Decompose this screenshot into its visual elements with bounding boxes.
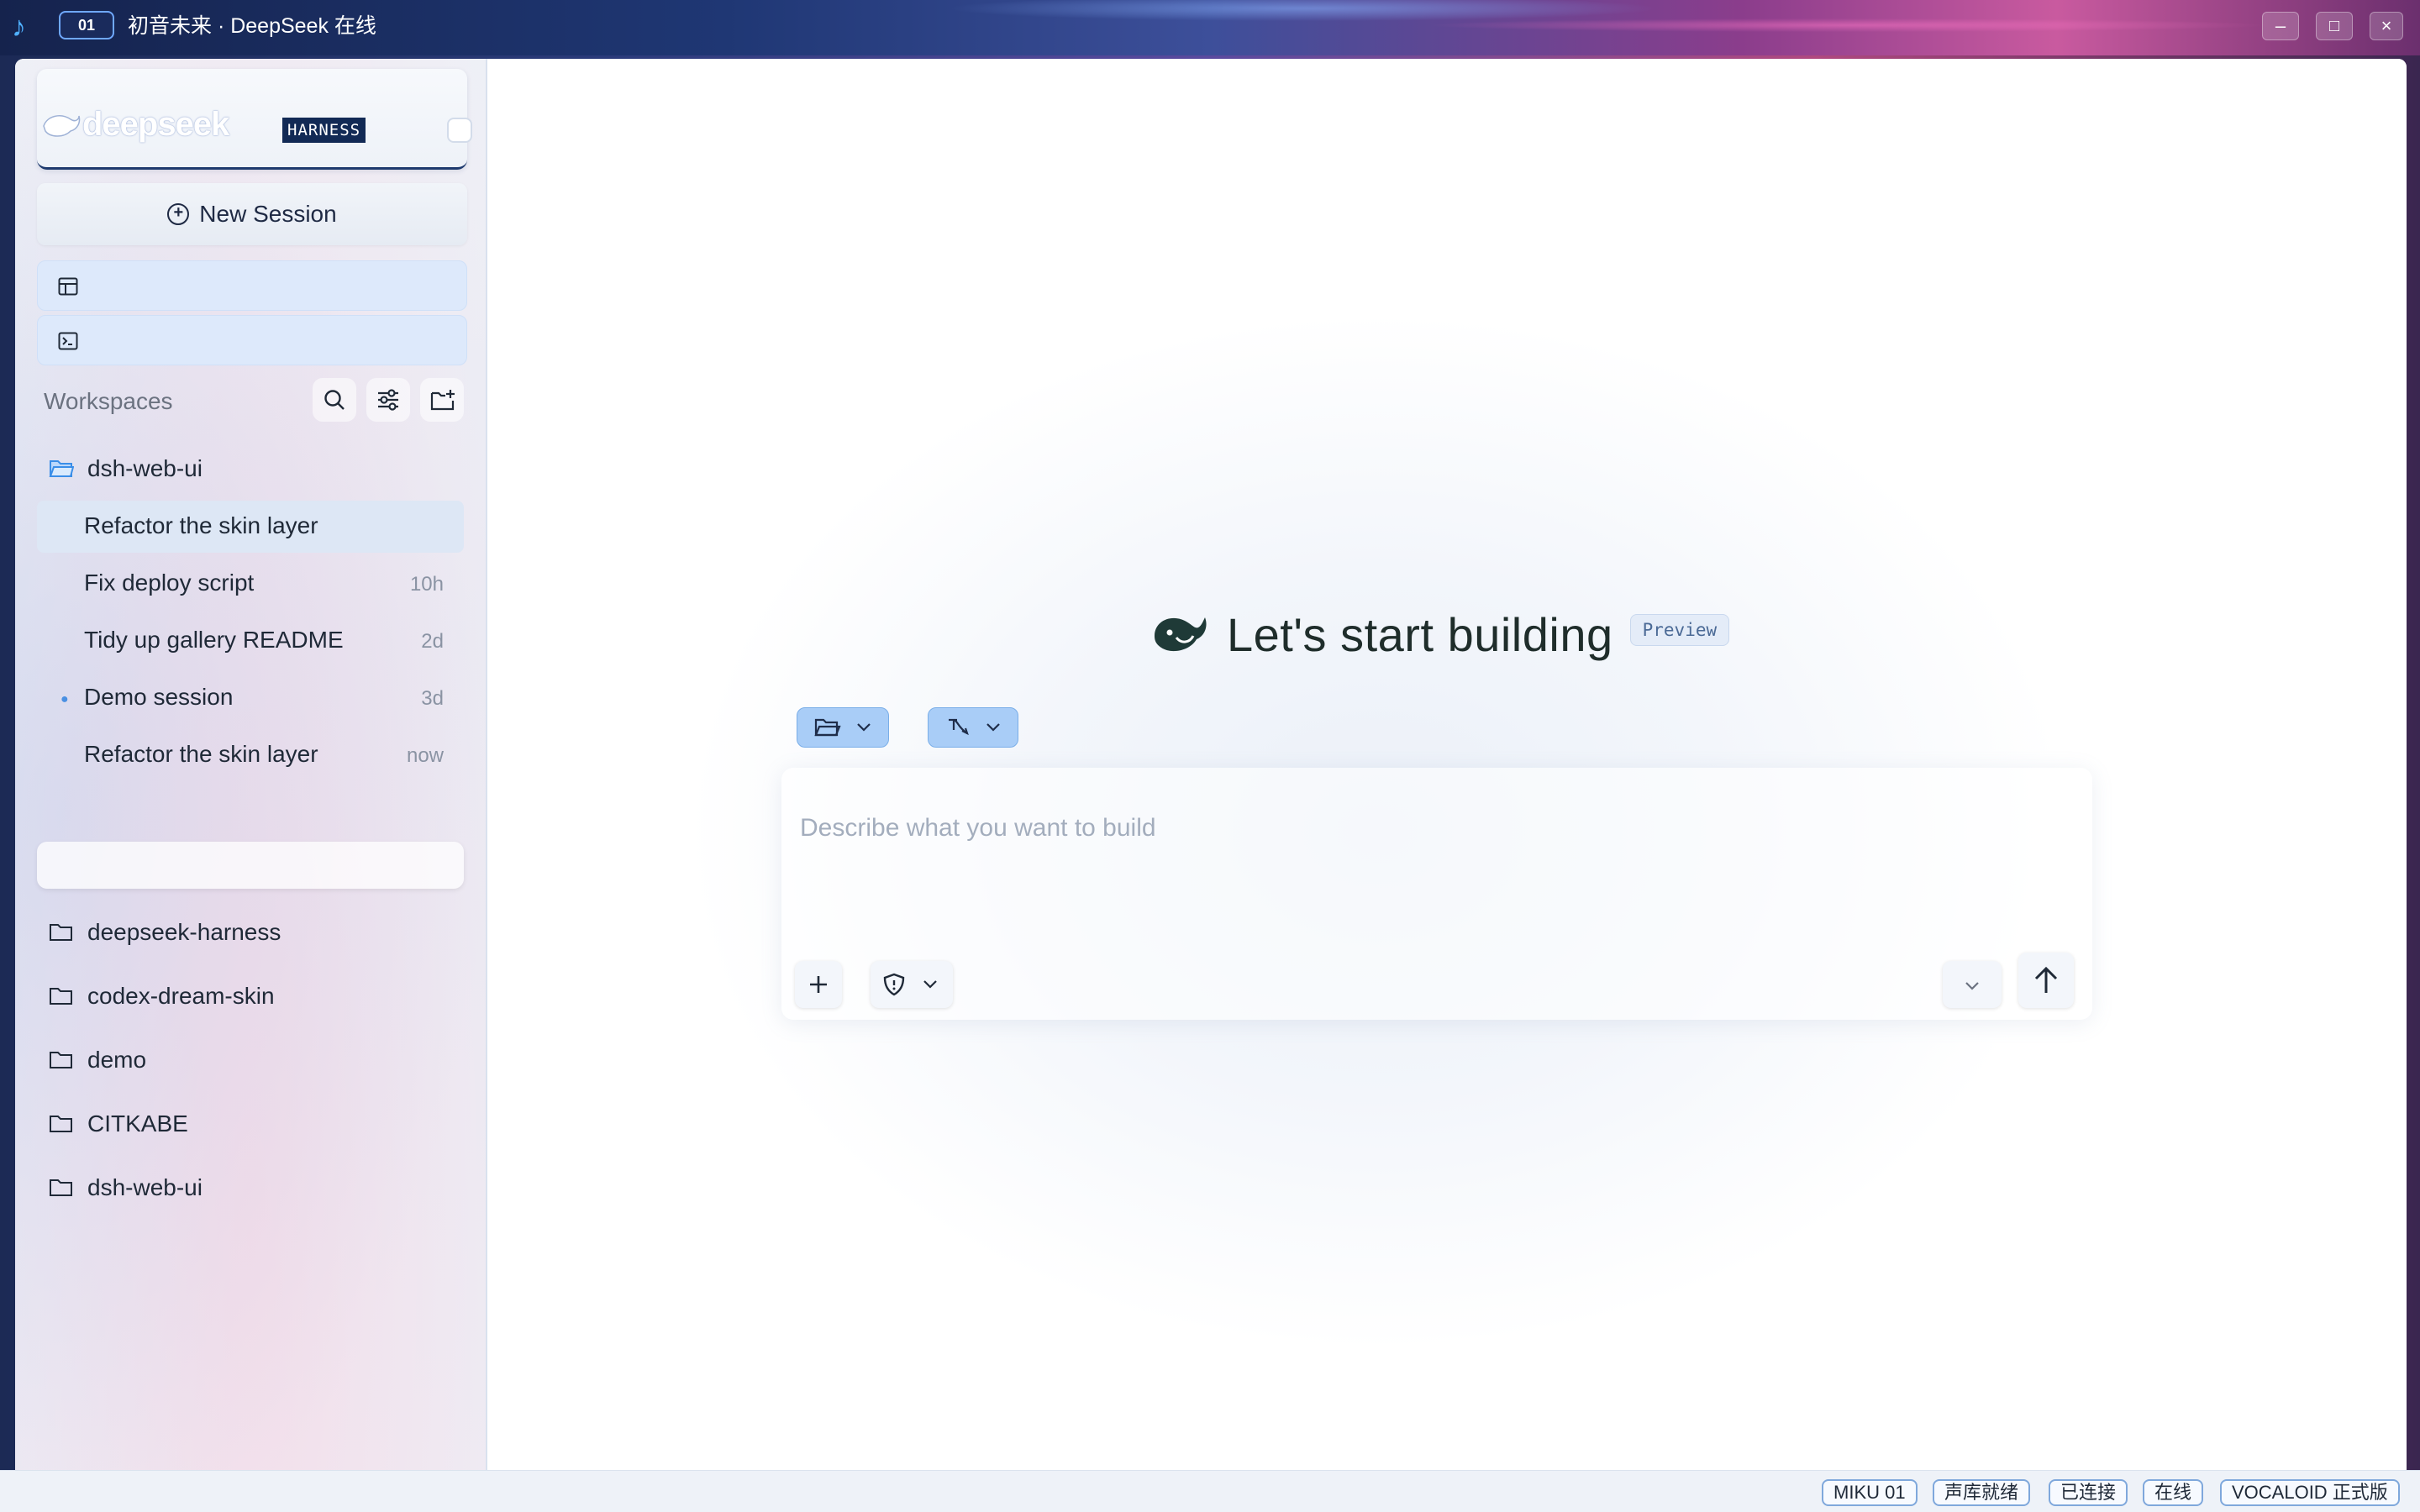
arrow-up-icon [2034,966,2058,993]
terminal-icon [58,332,78,350]
filter-workspaces-button[interactable] [366,378,410,422]
workspace-item[interactable]: demo [49,1043,146,1077]
nav-terminal[interactable] [37,315,467,365]
status-bar: MIKU 01 声库就绪 已连接 在线 VOCALOID 正式版 [0,1470,2420,1512]
status-chip: MIKU 01 [1822,1479,1918,1506]
add-workspace-button[interactable] [420,378,464,422]
workspace-name: demo [87,1047,147,1073]
folder-icon [50,1116,72,1132]
folder-open-icon [814,718,841,737]
chevron-down-icon [857,723,871,732]
session-item[interactable]: Refactor the skin layer now [37,729,464,781]
workspace-section-divider [37,842,464,889]
sidebar-toggle[interactable] [447,118,472,143]
minimize-button[interactable]: – [2262,12,2299,40]
chevron-down-icon [986,723,1000,732]
app-window: deepseek HARNESS + New Session Workspace… [15,59,2407,1512]
workspace-name: dsh-web-ui [87,1174,203,1200]
whale-icon [1155,617,1207,652]
session-item[interactable]: Tidy up gallery README 2d [37,615,464,667]
welcome-heading: Let's start building Preview [1151,605,1730,664]
title-badge: 01 [59,11,114,39]
close-button[interactable]: × [2370,12,2403,40]
title-bar: ♪ 01 初音未来 · DeepSeek 在线 – □ × [0,0,2420,55]
session-time: 3d [421,687,444,710]
session-time: now [406,744,444,767]
session-item[interactable]: Refactor the skin layer [37,501,464,553]
plus-circle-icon: + [167,203,190,225]
workspace-item[interactable]: dsh-web-ui [49,1171,203,1205]
workspace-item[interactable]: codex-dream-skin [49,979,275,1013]
layout-icon [58,277,78,296]
nav-layout[interactable] [37,260,467,311]
preview-badge: Preview [1629,614,1730,646]
workspaces-heading: Workspaces [44,388,173,414]
session-title: Demo session [84,684,234,710]
chevron-down-icon [923,980,937,989]
status-chip: 已连接 [2049,1479,2128,1506]
running-indicator-icon: ● [60,692,69,706]
shield-icon [883,973,905,996]
workspace-name: CITKABE [87,1110,188,1137]
workspace-item[interactable]: CITKABE [49,1107,188,1141]
attach-button[interactable] [795,961,842,1008]
session-title: Refactor the skin layer [84,512,318,538]
status-chip: VOCALOID 正式版 [2220,1479,2400,1506]
page-title: Let's start building [1227,607,1613,661]
permission-mode-button[interactable] [871,961,953,1008]
prompt-input[interactable] [800,785,2074,872]
status-chip: 声库就绪 [1933,1479,2031,1506]
search-icon [324,390,345,410]
maximize-button[interactable]: □ [2316,12,2353,40]
chevron-down-icon [1965,982,1979,990]
branch-picker[interactable] [928,707,1018,748]
workspace-dsh-web-ui-active[interactable]: dsh-web-ui [49,452,203,486]
sliders-icon [378,389,398,411]
plus-icon [810,976,827,993]
new-session-button[interactable]: + New Session [37,183,467,245]
prompt-composer [781,768,2092,1020]
workspace-name: dsh-web-ui [87,455,203,481]
brand-header: deepseek HARNESS [37,69,472,170]
logo-wordmark: deepseek [82,106,229,143]
session-title: Fix deploy script [84,570,255,596]
sidebar: deepseek HARNESS + New Session Workspace… [15,59,487,1512]
send-button[interactable] [2018,953,2074,1008]
folder-icon [50,924,72,941]
folder-icon [50,988,72,1005]
folder-open-icon [49,460,74,477]
harness-badge: HARNESS [282,118,366,143]
workspace-name: codex-dream-skin [87,983,275,1009]
main-panel: Let's start building Preview [487,59,2407,1470]
session-time: 2d [421,630,444,653]
folder-icon [50,1052,72,1068]
new-session-label: New Session [199,201,337,227]
workspace-picker[interactable] [797,707,889,748]
window-title: 初音未来 · DeepSeek 在线 [128,14,376,38]
model-select-button[interactable] [1943,961,2002,1008]
session-time: 10h [409,573,444,596]
git-branch-icon [949,718,969,736]
session-item[interactable]: Fix deploy script 10h [37,558,464,610]
folder-plus-icon [430,390,455,411]
whale-logo-icon [43,115,81,137]
session-item[interactable]: ● Demo session 3d [37,672,464,724]
workspace-item[interactable]: deepseek-harness [49,916,281,949]
session-title: Tidy up gallery README [84,627,344,653]
folder-icon [50,1179,72,1196]
search-workspaces-button[interactable] [313,378,356,422]
workspace-name: deepseek-harness [87,919,281,945]
session-title: Refactor the skin layer [84,741,318,767]
music-note-icon: ♪ [12,11,26,43]
status-chip: 在线 [2143,1479,2204,1506]
